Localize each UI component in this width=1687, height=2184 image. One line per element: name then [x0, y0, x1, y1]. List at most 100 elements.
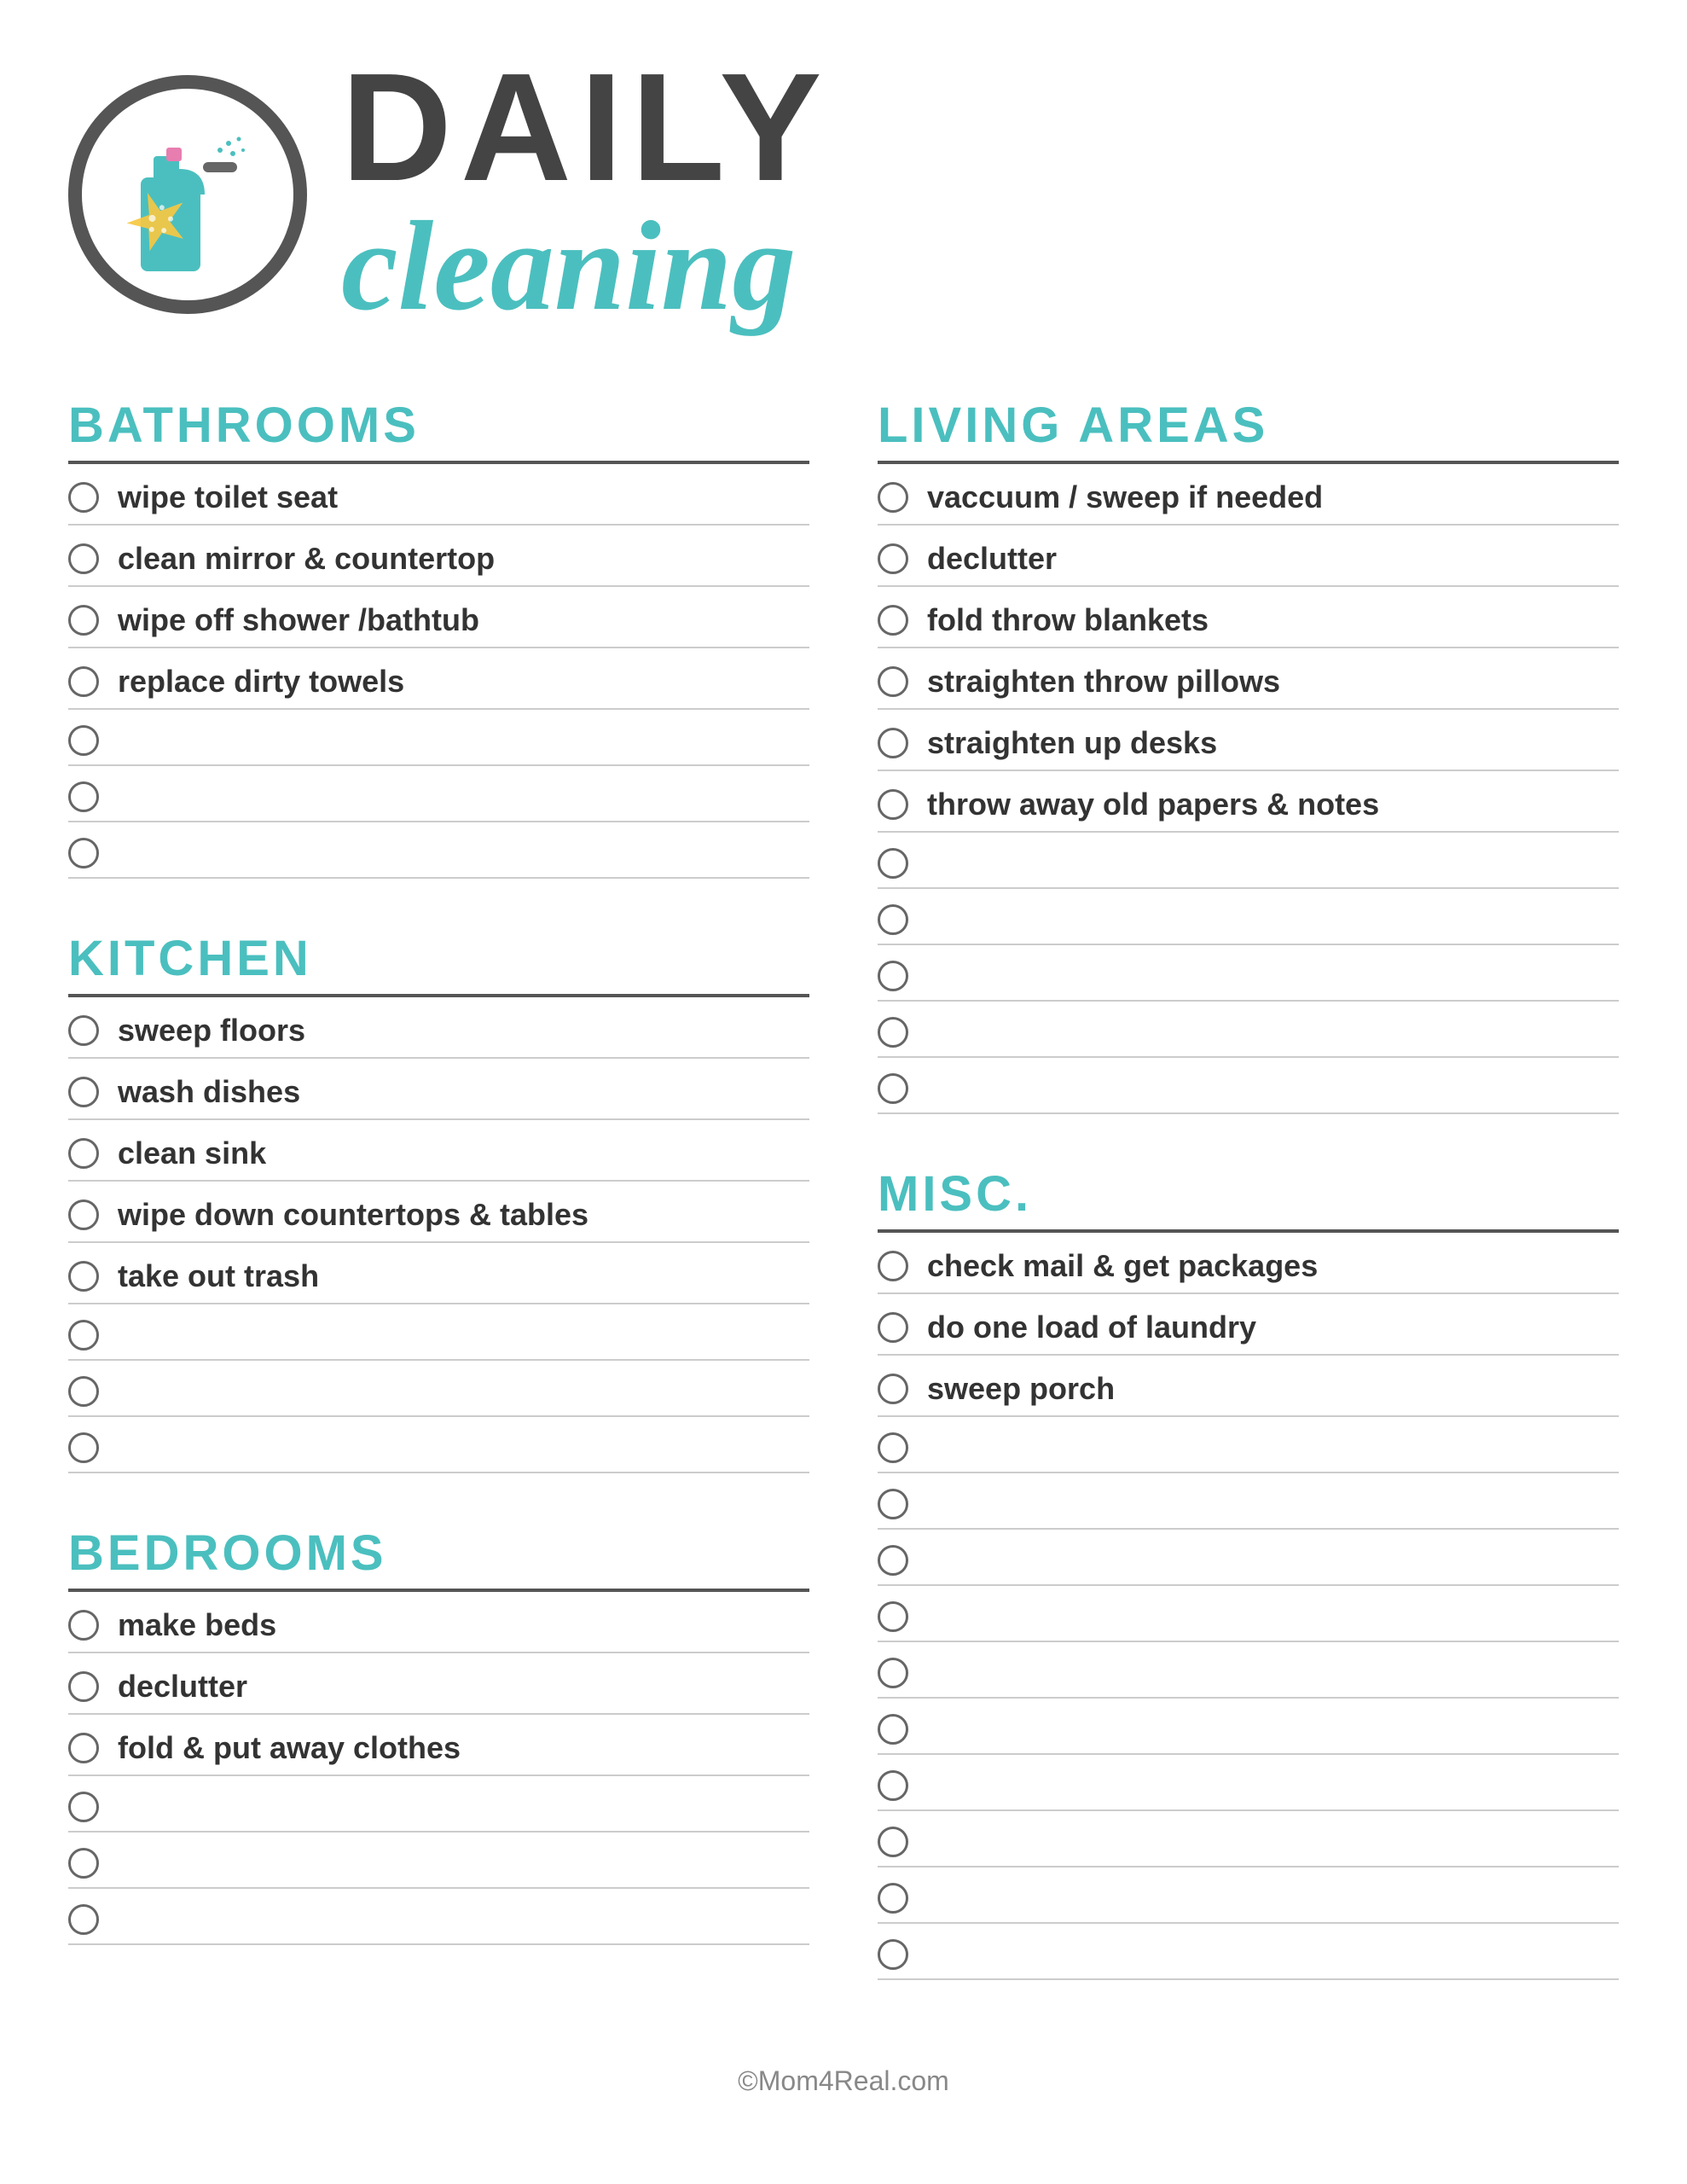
checkbox[interactable] — [878, 605, 908, 636]
list-item[interactable]: wipe off shower /bathtub — [68, 587, 809, 648]
checkbox[interactable] — [68, 1848, 99, 1879]
item-label: check mail & get packages — [927, 1248, 1318, 1284]
list-item[interactable] — [68, 1417, 809, 1473]
list-item[interactable]: wipe down countertops & tables — [68, 1182, 809, 1243]
list-item[interactable] — [68, 1361, 809, 1417]
list-item[interactable]: do one load of laundry — [878, 1294, 1619, 1356]
list-item[interactable] — [878, 1473, 1619, 1530]
list-item[interactable] — [878, 1586, 1619, 1642]
list-item[interactable]: take out trash — [68, 1243, 809, 1304]
list-item[interactable]: fold throw blankets — [878, 587, 1619, 648]
list-item[interactable] — [878, 833, 1619, 889]
list-item[interactable] — [878, 889, 1619, 945]
list-item[interactable]: straighten throw pillows — [878, 648, 1619, 710]
list-item[interactable] — [878, 1755, 1619, 1811]
checkbox[interactable] — [878, 848, 908, 879]
checkbox[interactable] — [68, 605, 99, 636]
checkbox[interactable] — [878, 1939, 908, 1970]
title-daily: DAILY — [341, 51, 830, 205]
item-label: clean sink — [118, 1136, 266, 1171]
list-item[interactable] — [68, 822, 809, 879]
checkbox[interactable] — [68, 543, 99, 574]
checkbox[interactable] — [878, 482, 908, 513]
list-item[interactable]: declutter — [878, 526, 1619, 587]
checkbox[interactable] — [878, 904, 908, 935]
checkbox[interactable] — [878, 1017, 908, 1048]
checkbox[interactable] — [878, 1658, 908, 1688]
list-item[interactable] — [878, 1924, 1619, 1980]
checkbox[interactable] — [68, 725, 99, 756]
checkbox[interactable] — [878, 1432, 908, 1463]
list-item[interactable]: vaccuum / sweep if needed — [878, 464, 1619, 526]
checkbox[interactable] — [878, 1770, 908, 1801]
list-item[interactable] — [878, 1530, 1619, 1586]
list-item[interactable] — [68, 1304, 809, 1361]
checkbox[interactable] — [68, 1199, 99, 1230]
list-item[interactable] — [878, 1417, 1619, 1473]
list-item[interactable]: declutter — [68, 1653, 809, 1715]
checkbox[interactable] — [68, 1077, 99, 1107]
checkbox[interactable] — [878, 1374, 908, 1404]
checkbox[interactable] — [878, 1073, 908, 1104]
list-item[interactable]: sweep porch — [878, 1356, 1619, 1417]
checkbox[interactable] — [68, 1261, 99, 1292]
checkbox[interactable] — [878, 1714, 908, 1745]
list-item[interactable]: make beds — [68, 1592, 809, 1653]
checkbox[interactable] — [68, 838, 99, 868]
list-item[interactable]: check mail & get packages — [878, 1233, 1619, 1294]
checkbox[interactable] — [878, 1827, 908, 1857]
list-item[interactable] — [68, 1889, 809, 1945]
list-item[interactable]: throw away old papers & notes — [878, 771, 1619, 833]
checkbox[interactable] — [68, 1610, 99, 1641]
section-bedrooms: BEDROOMS make beds declutter fold & put … — [68, 1525, 809, 1945]
checkbox[interactable] — [68, 781, 99, 812]
list-item[interactable]: wipe toilet seat — [68, 464, 809, 526]
checkbox[interactable] — [68, 666, 99, 697]
list-item[interactable] — [68, 766, 809, 822]
checkbox[interactable] — [878, 1312, 908, 1343]
section-kitchen: KITCHEN sweep floors wash dishes clean s… — [68, 930, 809, 1473]
list-item[interactable] — [878, 1699, 1619, 1755]
checkbox[interactable] — [68, 1138, 99, 1169]
list-item[interactable] — [68, 1833, 809, 1889]
checkbox[interactable] — [68, 1904, 99, 1935]
item-label: replace dirty towels — [118, 664, 404, 700]
checkbox[interactable] — [878, 961, 908, 991]
list-item[interactable] — [878, 1811, 1619, 1867]
list-item[interactable] — [878, 1867, 1619, 1924]
list-item[interactable] — [68, 710, 809, 766]
list-item[interactable]: wash dishes — [68, 1059, 809, 1120]
checkbox[interactable] — [68, 1432, 99, 1463]
title-block: DAILY cleaning — [341, 51, 830, 337]
checkbox[interactable] — [68, 1733, 99, 1763]
checkbox[interactable] — [878, 543, 908, 574]
list-item[interactable] — [878, 1058, 1619, 1114]
item-label: wipe down countertops & tables — [118, 1197, 588, 1233]
list-item[interactable]: fold & put away clothes — [68, 1715, 809, 1776]
checkbox[interactable] — [68, 1320, 99, 1350]
list-item[interactable] — [68, 1776, 809, 1833]
list-item[interactable]: straighten up desks — [878, 710, 1619, 771]
list-item[interactable]: clean sink — [68, 1120, 809, 1182]
list-item[interactable]: sweep floors — [68, 997, 809, 1059]
checkbox[interactable] — [878, 1545, 908, 1576]
checkbox[interactable] — [878, 1489, 908, 1519]
list-item[interactable] — [878, 945, 1619, 1002]
item-label: fold & put away clothes — [118, 1730, 461, 1766]
list-item[interactable] — [878, 1002, 1619, 1058]
checkbox[interactable] — [68, 1376, 99, 1407]
checkbox[interactable] — [878, 728, 908, 758]
checkbox[interactable] — [878, 1601, 908, 1632]
checkbox[interactable] — [878, 1883, 908, 1914]
checkbox[interactable] — [68, 1015, 99, 1046]
list-item[interactable]: replace dirty towels — [68, 648, 809, 710]
list-item[interactable] — [878, 1642, 1619, 1699]
checkbox[interactable] — [68, 482, 99, 513]
checkbox[interactable] — [68, 1792, 99, 1822]
list-item[interactable]: clean mirror & countertop — [68, 526, 809, 587]
checkbox[interactable] — [878, 666, 908, 697]
checkbox[interactable] — [68, 1671, 99, 1702]
checkbox[interactable] — [878, 789, 908, 820]
checkbox[interactable] — [878, 1251, 908, 1281]
section-title-kitchen: KITCHEN — [68, 930, 809, 997]
